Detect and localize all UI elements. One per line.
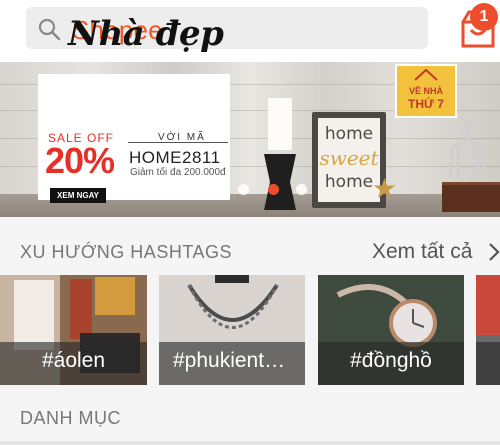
carousel-dot[interactable] bbox=[296, 184, 307, 195]
frame-word-2: sweet bbox=[319, 146, 379, 170]
ve-nha-thu-7-logo: VỀ NHÀ THỨ 7 bbox=[395, 64, 457, 118]
hashtag-card-phukien[interactable]: #phukient… bbox=[159, 275, 305, 385]
chevron-right-icon[interactable] bbox=[487, 242, 500, 262]
carousel-dot-active[interactable] bbox=[268, 184, 279, 195]
shop-now-button[interactable]: XEM NGAY bbox=[50, 188, 106, 203]
cart-count-badge: 1 bbox=[470, 3, 498, 31]
promo-note: Giảm tối đa 200.000đ bbox=[130, 167, 226, 178]
carousel-dot[interactable] bbox=[208, 184, 219, 195]
shopee-home-screen: Shopee 1 home sweet home ★ VỀ NHÀ THỨ 7 … bbox=[0, 0, 500, 445]
discount-value: 20% bbox=[45, 140, 115, 181]
trending-hashtags-title: XU HƯỚNG HASHTAGS bbox=[20, 242, 232, 262]
hashtag-card-partial[interactable] bbox=[476, 275, 500, 385]
wooden-box bbox=[442, 182, 500, 212]
hashtag-card-dongho[interactable]: #đồnghồ bbox=[318, 275, 464, 385]
frame-word-1: home bbox=[324, 124, 374, 144]
hashtag-card-aolen[interactable]: #áolen bbox=[0, 275, 147, 385]
promo-title: Nhà đẹp bbox=[68, 14, 224, 54]
see-all-link[interactable]: Xem tất cả bbox=[372, 240, 472, 264]
house-outline-icon bbox=[414, 68, 438, 81]
hashtag-label: #áolen bbox=[41, 349, 106, 372]
star-decoration-icon: ★ bbox=[372, 173, 398, 204]
frame-word-3: home bbox=[324, 172, 374, 192]
section-divider bbox=[0, 441, 500, 445]
hashtag-label: #đồnghồ bbox=[350, 349, 432, 372]
logo-line-2: THỨ 7 bbox=[408, 97, 444, 111]
code-prefix-label: VỚI MÃ bbox=[158, 132, 206, 143]
search-icon bbox=[38, 18, 61, 41]
categories-title: DANH MỤC bbox=[20, 408, 121, 428]
carousel-indicator[interactable] bbox=[208, 184, 308, 196]
promo-code: HOME2811 bbox=[129, 148, 221, 167]
hashtag-label: #phukient… bbox=[173, 349, 286, 372]
carousel-dot[interactable] bbox=[238, 184, 249, 195]
logo-line-1: VỀ NHÀ bbox=[408, 86, 443, 96]
